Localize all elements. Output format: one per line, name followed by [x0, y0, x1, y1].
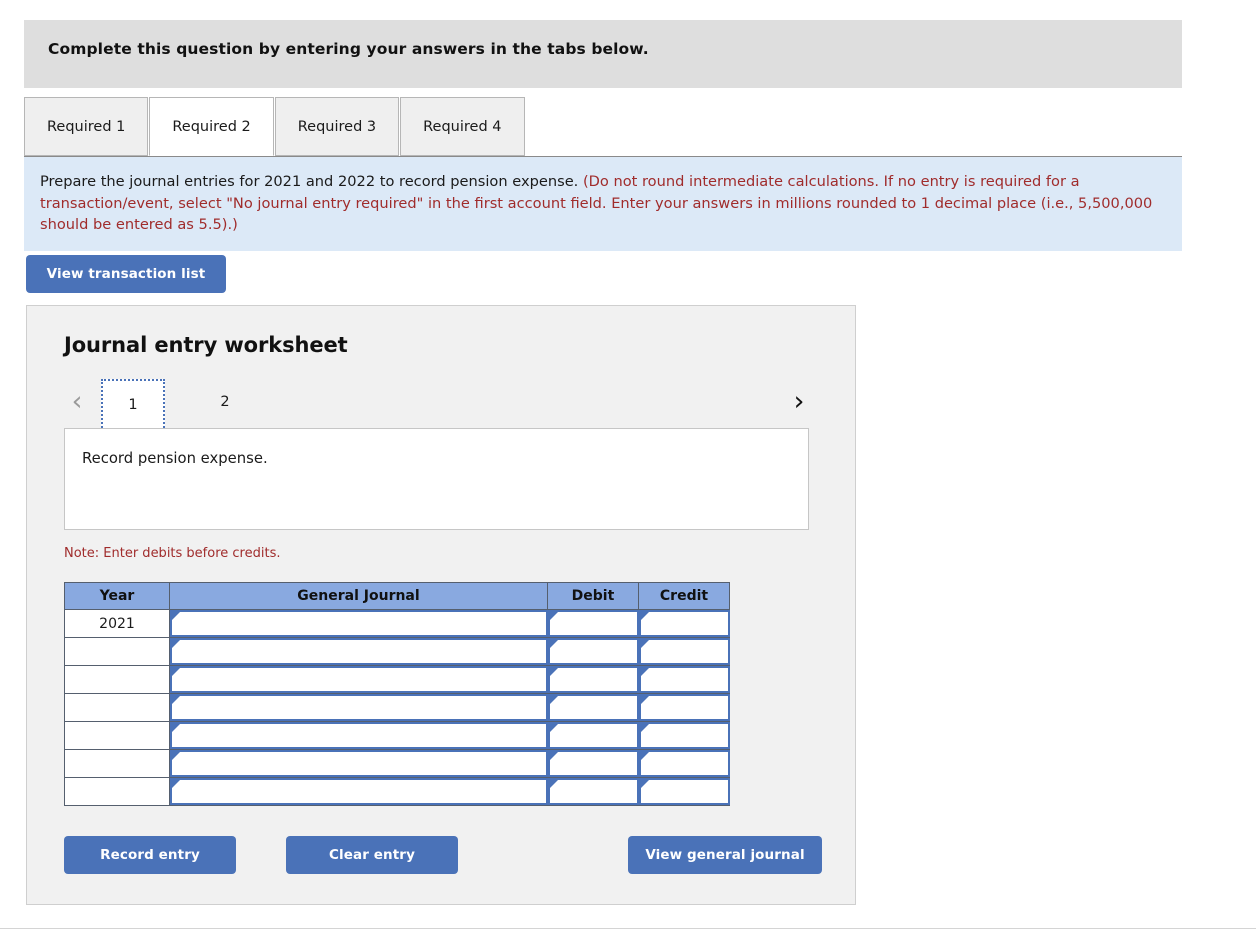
instruction-main: Prepare the journal entries for 2021 and…: [40, 173, 579, 190]
general-journal-cell[interactable]: [169, 609, 548, 638]
credit-input[interactable]: [638, 750, 730, 777]
worksheet-pager: ‹ 1 2 ›: [63, 376, 823, 428]
entry-description-text: Record pension expense.: [82, 450, 268, 467]
debit-input[interactable]: [547, 638, 639, 665]
credit-cell[interactable]: [638, 777, 730, 806]
account-select-input[interactable]: [170, 722, 548, 749]
account-select-input[interactable]: [170, 694, 548, 721]
table-row: [64, 637, 730, 666]
tab-required-2[interactable]: Required 2: [149, 97, 274, 156]
column-header-credit: Credit: [638, 582, 730, 610]
worksheet-title: Journal entry worksheet: [64, 333, 348, 357]
debit-cell[interactable]: [547, 777, 639, 806]
table-row: 2021: [64, 609, 730, 638]
question-instructions: Prepare the journal entries for 2021 and…: [24, 156, 1182, 251]
general-journal-cell[interactable]: [169, 777, 548, 806]
account-select-input[interactable]: [170, 666, 548, 693]
debit-cell[interactable]: [547, 665, 639, 694]
instruction-banner: Complete this question by entering your …: [24, 20, 1182, 88]
debits-before-credits-note: Note: Enter debits before credits.: [64, 546, 281, 561]
credit-cell[interactable]: [638, 693, 730, 722]
debit-input[interactable]: [547, 694, 639, 721]
debit-input[interactable]: [547, 778, 639, 805]
debit-cell[interactable]: [547, 721, 639, 750]
year-cell[interactable]: [64, 665, 170, 694]
column-header-debit: Debit: [547, 582, 639, 610]
pager-page-2[interactable]: 2: [193, 379, 257, 425]
column-header-year: Year: [64, 582, 170, 610]
table-row: [64, 721, 730, 750]
tab-required-3[interactable]: Required 3: [274, 97, 400, 156]
record-entry-button[interactable]: Record entry: [64, 836, 236, 874]
table-row: [64, 749, 730, 778]
view-general-journal-button[interactable]: View general journal: [628, 836, 822, 874]
debit-cell[interactable]: [547, 637, 639, 666]
account-select-input[interactable]: [170, 750, 548, 777]
credit-input[interactable]: [638, 722, 730, 749]
credit-cell[interactable]: [638, 749, 730, 778]
account-select-input[interactable]: [170, 638, 548, 665]
credit-input[interactable]: [638, 778, 730, 805]
debit-input[interactable]: [547, 610, 639, 637]
banner-text: Complete this question by entering your …: [48, 40, 649, 58]
view-transaction-list-button[interactable]: View transaction list: [26, 255, 226, 293]
general-journal-cell[interactable]: [169, 693, 548, 722]
table-header-row: Year General Journal Debit Credit: [64, 582, 730, 610]
debit-input[interactable]: [547, 750, 639, 777]
question-page: Complete this question by entering your …: [0, 0, 1256, 935]
tab-required-4[interactable]: Required 4: [400, 97, 525, 156]
general-journal-cell[interactable]: [169, 637, 548, 666]
credit-cell[interactable]: [638, 721, 730, 750]
chevron-left-icon[interactable]: ‹: [63, 383, 91, 419]
requirement-tabs: Required 1 Required 2 Required 3 Require…: [24, 97, 526, 156]
year-cell[interactable]: 2021: [64, 609, 170, 638]
year-cell[interactable]: [64, 693, 170, 722]
page-bottom-divider: [0, 928, 1256, 929]
credit-cell[interactable]: [638, 637, 730, 666]
year-cell[interactable]: [64, 777, 170, 806]
credit-input[interactable]: [638, 694, 730, 721]
credit-input[interactable]: [638, 610, 730, 637]
credit-input[interactable]: [638, 666, 730, 693]
chevron-right-icon[interactable]: ›: [785, 383, 813, 419]
credit-input[interactable]: [638, 638, 730, 665]
debit-cell[interactable]: [547, 693, 639, 722]
year-cell[interactable]: [64, 749, 170, 778]
table-row: [64, 693, 730, 722]
debit-cell[interactable]: [547, 609, 639, 638]
column-header-general-journal: General Journal: [169, 582, 548, 610]
debit-cell[interactable]: [547, 749, 639, 778]
credit-cell[interactable]: [638, 609, 730, 638]
clear-entry-button[interactable]: Clear entry: [286, 836, 458, 874]
table-row: [64, 777, 730, 806]
year-cell[interactable]: [64, 637, 170, 666]
table-row: [64, 665, 730, 694]
journal-entry-table: Year General Journal Debit Credit 2021: [64, 582, 730, 806]
account-select-input[interactable]: [170, 778, 548, 805]
debit-input[interactable]: [547, 722, 639, 749]
year-cell[interactable]: [64, 721, 170, 750]
general-journal-cell[interactable]: [169, 721, 548, 750]
general-journal-cell[interactable]: [169, 749, 548, 778]
journal-entry-worksheet-panel: Journal entry worksheet ‹ 1 2 › Record p…: [26, 305, 856, 905]
tab-required-1[interactable]: Required 1: [24, 97, 149, 156]
general-journal-cell[interactable]: [169, 665, 548, 694]
debit-input[interactable]: [547, 666, 639, 693]
credit-cell[interactable]: [638, 665, 730, 694]
account-select-input[interactable]: [170, 610, 548, 637]
entry-description-box: Record pension expense.: [64, 428, 809, 530]
pager-page-1[interactable]: 1: [101, 379, 165, 428]
